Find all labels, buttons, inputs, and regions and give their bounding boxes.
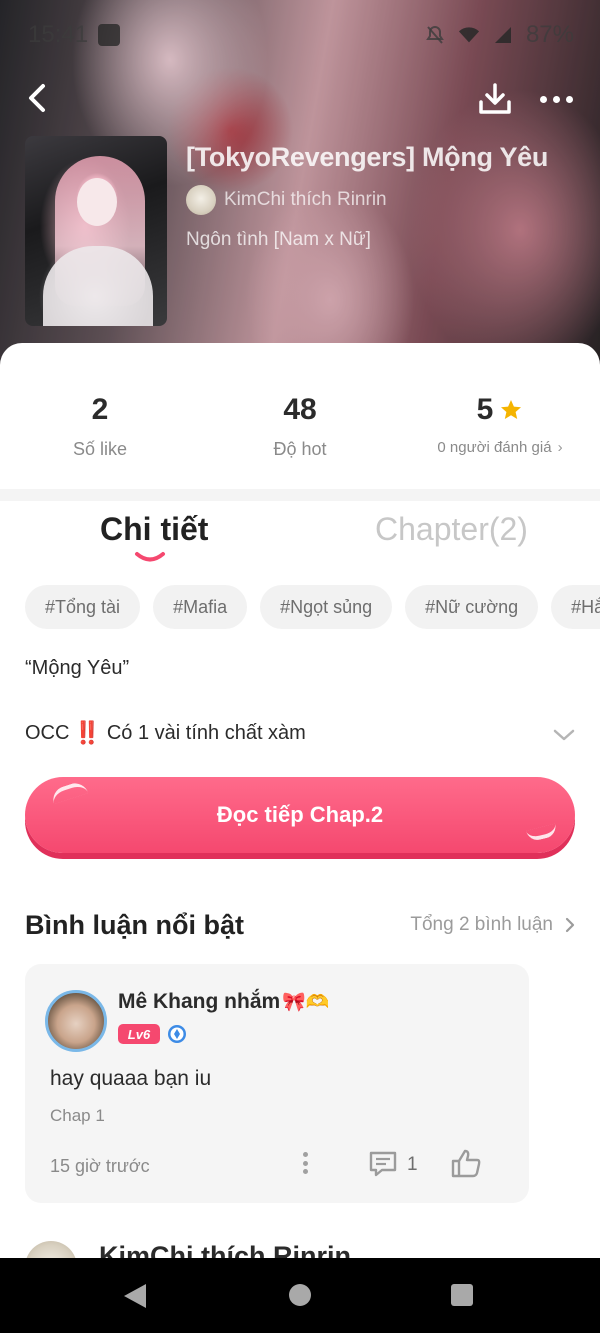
likes-label: Số like [72,439,128,459]
author-link[interactable]: KimChi thích Rinrin [186,185,586,215]
dot [539,95,547,103]
comment-time: 15 giờ trước [50,1156,150,1176]
dot [302,1152,308,1157]
stat-rating[interactable]: 5 0 người đánh giá › [400,393,600,460]
button-highlight [49,779,89,805]
story-tagline: “Mộng Yêu” [25,657,130,679]
commenter-name: Mê Khang nhắm [118,990,281,1013]
all-comments-label: Tổng 2 bình luận [410,914,553,935]
nav-home-icon[interactable] [289,1284,311,1306]
tab-detail[interactable]: Chi tiết [100,511,208,548]
story-description: OCC ‼️ Có 1 vài tính chất xàm [25,720,306,746]
dot [552,95,560,103]
cover-art-face [77,178,117,226]
star-icon [501,400,522,419]
chevron-down-icon[interactable] [552,727,576,743]
level-badge: Lv6 [118,1024,160,1044]
reply-icon[interactable] [368,1150,398,1178]
tag-chip[interactable]: #Hắc bang [551,585,600,629]
verified-badge-icon [168,1025,186,1043]
battery-level: 87% [525,21,574,48]
author-name: KimChi thích Rinrin [224,189,387,210]
comment-chapter[interactable]: Chap 1 [50,1106,105,1126]
like-icon[interactable] [450,1148,482,1178]
commenter-avatar[interactable] [45,990,107,1052]
chevron-right-icon: › [557,439,563,456]
tab-bar: Chi tiết Chapter(2) [0,511,600,571]
back-button[interactable] [20,80,54,116]
tag-chip[interactable]: #Ngọt sủng [260,585,393,629]
section-divider [0,489,600,501]
description-prefix: OCC [25,721,70,744]
status-time: 15:41 [28,21,89,48]
reply-count: 1 [407,1154,418,1175]
chevron-right-icon [565,917,575,933]
comment-card[interactable]: Mê Khang nhắm 🎀🫶 Lv6 hay quaaa bạn iu Ch… [25,964,529,1203]
dot [565,95,573,103]
rating-count-label: 0 người đánh giá [437,439,552,456]
rating-value: 5 [476,393,494,426]
tag-chip[interactable]: #Nữ cường [405,585,539,629]
comment-more-button[interactable] [301,1152,309,1174]
stat-likes: 2 Số like [0,393,200,460]
featured-comments-header: Bình luận nổi bật Tổng 2 bình luận [25,905,575,945]
top-bar [0,80,600,120]
back-arrow-icon [29,84,45,112]
system-navigation-bar [0,1258,600,1333]
continue-reading-button[interactable]: Đọc tiếp Chap.2 [25,777,575,853]
description-text: Có 1 vài tính chất xàm [106,721,306,744]
likes-count: 2 [91,393,109,426]
hot-count: 48 [283,393,317,426]
signal-icon [494,27,511,43]
story-detail-panel: 2 Số like 48 Độ hot 5 0 người đánh giá › … [0,343,600,1263]
story-cover-image[interactable] [25,136,167,326]
mute-icon [426,25,444,44]
commenter-name-row: Mê Khang nhắm 🎀🫶 [118,990,330,1014]
nav-back-icon[interactable] [122,1282,148,1310]
notification-icon [98,24,121,46]
tag-list: #Tổng tài #Mafia #Ngọt sủng #Nữ cường #H… [25,585,600,629]
more-options-button[interactable] [536,86,576,112]
hot-label: Độ hot [273,439,327,459]
active-tab-indicator [135,552,165,562]
stat-hot: 48 Độ hot [200,393,400,460]
dot [302,1160,308,1166]
all-comments-link[interactable]: Tổng 2 bình luận [410,914,575,936]
status-bar: 15:41 87% [28,18,574,52]
tag-chip[interactable]: #Mafia [153,585,248,629]
comment-text: hay quaaa bạn iu [50,1067,212,1090]
story-genre: Ngôn tình [Nam x Nữ] [186,229,371,250]
double-exclamation-icon: ‼️ [73,720,100,745]
download-icon [479,83,511,114]
tab-chapter[interactable]: Chapter(2) [375,511,528,548]
stats-row: 2 Số like 48 Độ hot 5 0 người đánh giá › [0,393,600,460]
download-button[interactable] [476,80,514,118]
story-title: [TokyoRevengers] Mộng Yêu [186,142,549,172]
cover-art-dress [43,246,153,326]
button-highlight [525,823,559,843]
author-avatar [186,185,216,215]
story-info: [TokyoRevengers] Mộng Yêu KimChi thích R… [186,142,586,251]
featured-comments-title: Bình luận nổi bật [25,909,244,940]
commenter-name-emoji: 🎀🫶 [282,992,330,1013]
dot [302,1169,308,1174]
tag-chip[interactable]: #Tổng tài [25,585,141,629]
nav-recents-icon[interactable] [451,1284,473,1306]
continue-reading-label: Đọc tiếp Chap.2 [216,802,384,827]
wifi-icon [458,27,480,43]
